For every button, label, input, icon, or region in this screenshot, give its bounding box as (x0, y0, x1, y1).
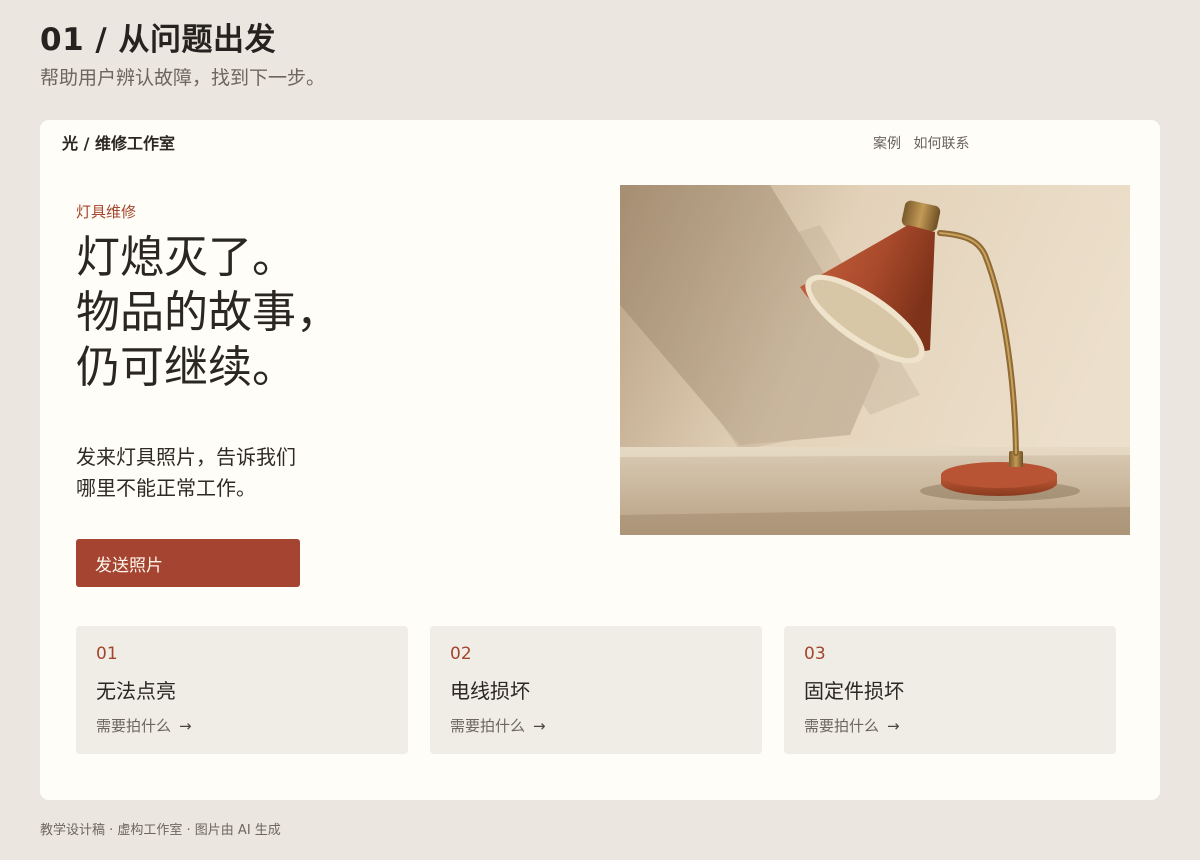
hero-eyebrow: 灯具维修 (76, 203, 137, 221)
issue-card-no-light[interactable]: 01 无法点亮 需要拍什么 → (76, 626, 408, 754)
what-to-photograph-link[interactable]: 需要拍什么 → (804, 716, 900, 736)
website-mockup-card: 光 / 维修工作室 案例 如何联系 灯具维修 灯熄灭了。 物品的故事， 仍可继续… (40, 120, 1160, 800)
hero-headline-line: 灯熄灭了。 (76, 232, 296, 283)
issue-title: 电线损坏 (450, 679, 530, 703)
issue-number: 03 (804, 644, 826, 664)
arrow-right-icon: → (887, 717, 900, 735)
issue-card-wire-damage[interactable]: 02 电线损坏 需要拍什么 → (430, 626, 762, 754)
issue-number: 02 (450, 644, 472, 664)
desk-lamp-photo (620, 185, 1130, 535)
nav-link-cases[interactable]: 案例 (873, 136, 901, 152)
issue-card-fixture-damage[interactable]: 03 固定件损坏 需要拍什么 → (784, 626, 1116, 754)
what-to-photograph-link[interactable]: 需要拍什么 → (96, 716, 192, 736)
hero-intro-line: 发来灯具照片，告诉我们 (76, 445, 296, 469)
page-subtitle: 帮助用户辨认故障，找到下一步。 (40, 67, 326, 89)
desk-lamp-illustration (620, 185, 1130, 535)
site-brand[interactable]: 光 / 维修工作室 (62, 133, 175, 155)
hero-headline: 灯熄灭了。 物品的故事， 仍可继续。 (76, 230, 340, 395)
page-header: 01 / 从问题出发 帮助用户辨认故障，找到下一步。 (40, 18, 325, 92)
issue-number: 01 (96, 644, 118, 664)
issue-cards: 01 无法点亮 需要拍什么 → 02 电线损坏 需要拍什么 → 03 固定件损坏 需… (76, 626, 1116, 754)
issue-title: 无法点亮 (96, 679, 176, 703)
arrow-right-icon: → (179, 717, 192, 735)
nav-link-contact[interactable]: 如何联系 (913, 136, 969, 152)
issue-title: 固定件损坏 (804, 679, 904, 703)
footer-note: 教学设计稿 · 虚构工作室 · 图片由 AI 生成 (40, 823, 281, 838)
site-nav: 案例 如何联系 (873, 134, 969, 154)
hero-intro-line: 哪里不能正常工作。 (76, 476, 256, 500)
issue-link-label: 需要拍什么 (96, 717, 172, 735)
issue-link-label: 需要拍什么 (450, 717, 526, 735)
what-to-photograph-link[interactable]: 需要拍什么 → (450, 716, 546, 736)
hero-headline-line: 仍可继续。 (76, 342, 296, 393)
page-title: 01 / 从问题出发 (40, 22, 277, 58)
arrow-right-icon: → (533, 717, 546, 735)
send-photo-button[interactable]: 发送照片 (76, 539, 300, 587)
issue-link-label: 需要拍什么 (804, 717, 880, 735)
hero-headline-line: 物品的故事， (76, 287, 340, 338)
hero-intro: 发来灯具照片，告诉我们 哪里不能正常工作。 (76, 442, 296, 504)
